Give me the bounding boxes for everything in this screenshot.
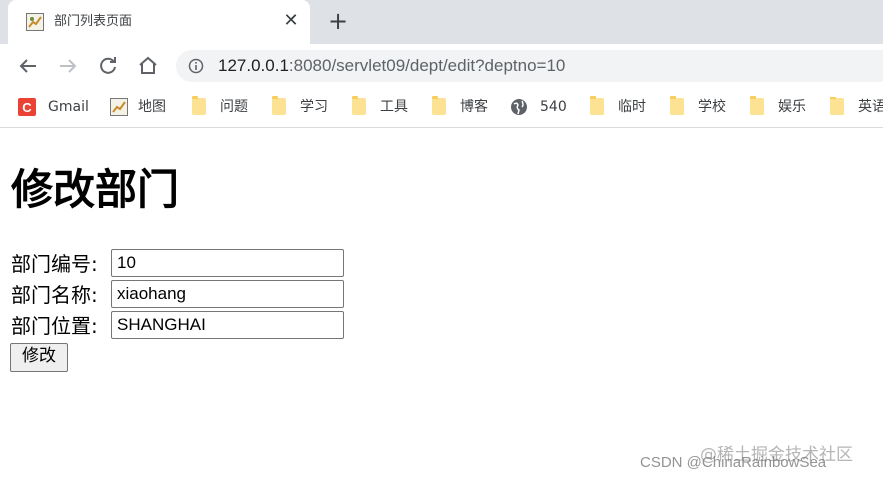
tab-strip: 部门列表页面 ✕ + — [0, 0, 883, 44]
svg-text:C: C — [22, 100, 32, 115]
folder-icon — [830, 97, 844, 115]
bookmark-folder-xuexi[interactable]: 学习 — [270, 96, 340, 119]
gmail-icon: C — [18, 98, 36, 116]
page-title: 修改部门 — [11, 165, 180, 214]
submit-button[interactable]: 修改 — [10, 343, 68, 372]
bookmark-folder-linshi[interactable]: 临时 — [588, 96, 658, 119]
bookmark-folder-xuexiao[interactable]: 学校 — [668, 96, 738, 119]
reload-icon[interactable] — [96, 54, 120, 78]
folder-icon — [192, 96, 206, 115]
folder-icon — [352, 96, 366, 115]
home-icon[interactable] — [136, 54, 160, 78]
bookmark-folder-wenti[interactable]: 问题 — [190, 96, 260, 119]
folder-icon — [750, 96, 764, 115]
watermark-csdn: CSDN @ChinaRainbowSea — [640, 454, 827, 471]
toolbar: 127.0.0.1:8080/servlet09/dept/edit?deptn… — [0, 44, 883, 88]
bookmark-folder-yingyu[interactable]: 英语 — [828, 97, 883, 119]
close-icon[interactable]: ✕ — [280, 10, 302, 32]
active-tab[interactable]: 部门列表页面 ✕ — [8, 0, 310, 44]
bookmark-540[interactable]: 540 — [510, 97, 580, 119]
bookmark-gmail[interactable]: C Gmail — [18, 97, 98, 119]
globe-icon — [511, 99, 527, 115]
folder-icon — [670, 96, 684, 115]
info-icon[interactable] — [188, 58, 204, 74]
map-icon — [110, 98, 128, 116]
bookmarks-bar: C Gmail 地图 问题 学习 工具 博客 540 临时 学校 娱乐 英语 — [0, 88, 883, 128]
bookmark-folder-boke[interactable]: 博客 — [430, 96, 500, 119]
url-text: 127.0.0.1:8080/servlet09/dept/edit?deptn… — [218, 56, 566, 75]
dname-label: 部门名称: — [11, 283, 98, 307]
forward-arrow-icon[interactable] — [56, 54, 80, 78]
bookmark-folder-gongju[interactable]: 工具 — [350, 96, 420, 119]
deptno-label: 部门编号: — [11, 252, 98, 276]
tab-title: 部门列表页面 — [54, 14, 133, 29]
loc-label: 部门位置: — [11, 314, 98, 338]
dname-input[interactable]: xiaohang — [111, 280, 344, 308]
folder-icon — [590, 96, 604, 115]
bookmark-folder-yule[interactable]: 娱乐 — [748, 96, 818, 119]
folder-icon — [432, 96, 446, 115]
address-bar[interactable]: 127.0.0.1:8080/servlet09/dept/edit?deptn… — [176, 50, 883, 82]
page-content: 修改部门 部门编号: 10 部门名称: xiaohang 部门位置: SHANG… — [0, 129, 883, 480]
back-arrow-icon[interactable] — [16, 54, 40, 78]
loc-input[interactable]: SHANGHAI — [111, 311, 344, 339]
deptno-input[interactable]: 10 — [111, 249, 344, 277]
folder-icon — [272, 96, 286, 115]
plus-icon[interactable]: + — [326, 9, 350, 33]
map-favicon-icon — [26, 13, 44, 31]
bookmark-map[interactable]: 地图 — [110, 97, 180, 119]
